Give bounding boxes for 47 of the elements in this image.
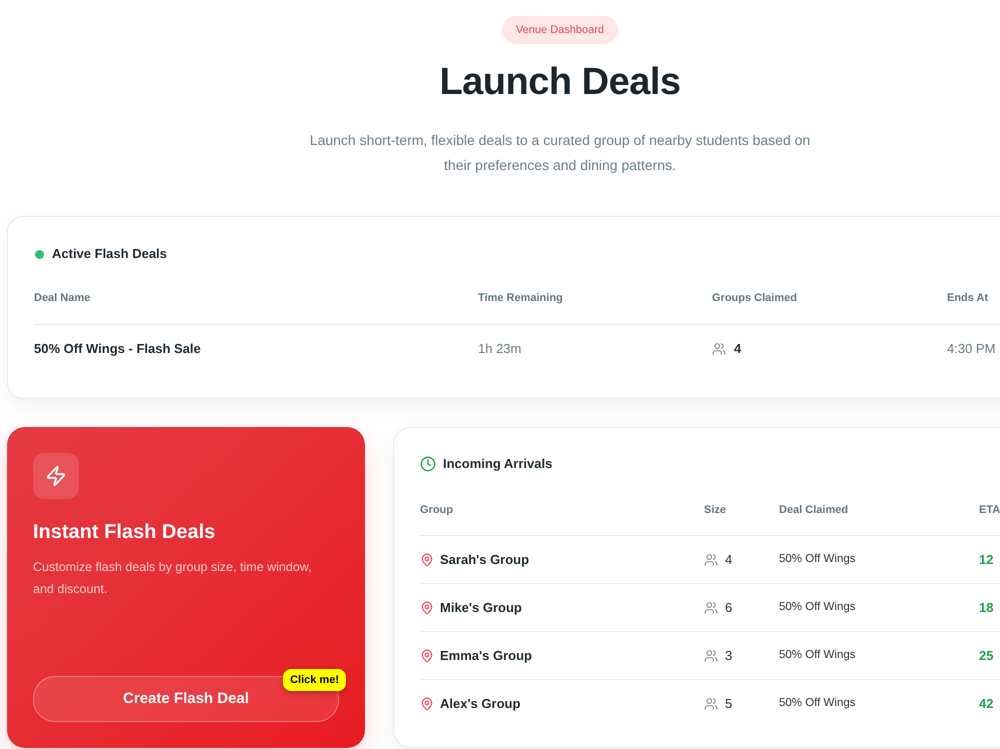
table-cell-text: 50% Off Wings (779, 600, 856, 615)
table-cell-text: 12 (979, 550, 994, 569)
lightning-icon (33, 453, 79, 499)
click-me-badge: Click me! (283, 669, 346, 691)
column-header: ETA (979, 504, 1000, 516)
promo-title: Instant Flash Deals (33, 520, 216, 545)
column-header: Groups Claimed (712, 292, 797, 304)
column-header: Group (420, 504, 453, 516)
table-cell-text: 50% Off Wings (779, 552, 856, 567)
table-cell-text: Emma's Group (440, 646, 532, 665)
column-header: Time Remaining (478, 292, 563, 304)
table-cell-text: 18 (979, 598, 994, 617)
users-icon (712, 342, 726, 356)
table-cell-text: 1h 23m (478, 340, 522, 358)
users-icon (704, 697, 718, 711)
promo-description: Customize flash deals by group size, time window, and discount. (33, 559, 313, 598)
clock-icon (420, 456, 436, 472)
table-cell-text: 3 (725, 646, 732, 665)
column-header: Ends At (947, 292, 988, 304)
map-pin-icon (420, 648, 434, 662)
card-title: Incoming Arrivals (443, 455, 552, 474)
table-cell-text: 50% Off Wings (779, 696, 856, 712)
map-pin-icon (420, 552, 434, 566)
map-pin-icon (420, 697, 434, 711)
users-icon (704, 552, 718, 566)
column-header: Deal Name (34, 292, 90, 304)
table-cell-text: 50% Off Wings - Flash Sale (34, 340, 201, 358)
map-pin-icon (420, 600, 434, 614)
card-title: Active Flash Deals (52, 245, 167, 264)
table-cell-text: 4 (725, 550, 732, 569)
table-cell-text: Sarah's Group (440, 550, 530, 569)
table-cell-text: 5 (725, 695, 732, 714)
table-cell-text: Alex's Group (440, 695, 520, 714)
page-subtitle: Launch short-term, flexible deals to a curated group of nearby students based on their preferences and dining patterns. (308, 131, 812, 175)
table-cell-text: 4 (734, 340, 742, 358)
table-cell-text: 50% Off Wings (779, 648, 856, 663)
column-header: Deal Claimed (779, 504, 848, 516)
table-cell-text: 6 (725, 598, 732, 617)
table-cell-text: Mike's Group (440, 598, 522, 617)
section-badge: Venue Dashboard (502, 16, 618, 44)
column-header: Size (704, 504, 726, 516)
users-icon (704, 648, 718, 662)
table-cell-text: 42 (979, 695, 994, 714)
page-title: Launch Deals (439, 60, 681, 104)
table-cell-text: 4:30 PM (947, 340, 996, 358)
users-icon (704, 600, 718, 614)
table-cell-text: 25 (979, 646, 994, 665)
